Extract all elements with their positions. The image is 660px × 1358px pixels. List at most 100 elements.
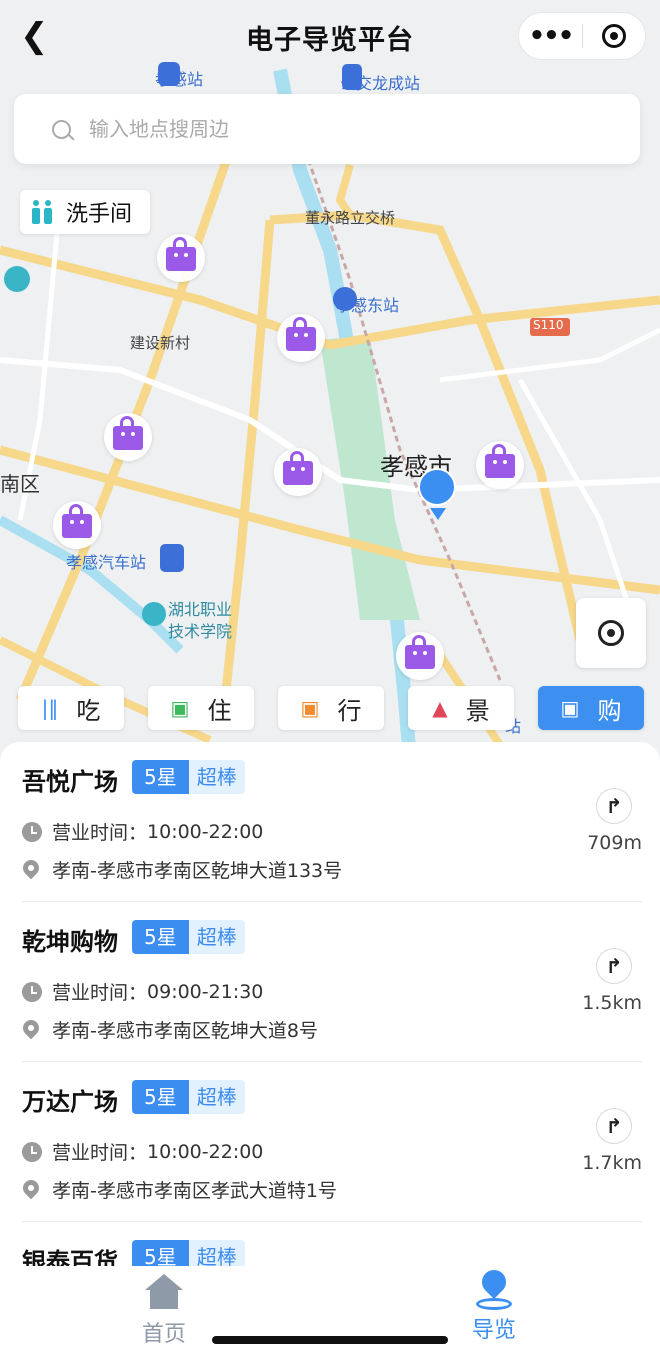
category-label: 购: [597, 696, 622, 725]
fork-knife-icon: |‖: [41, 696, 59, 720]
shop-name: 吾悦广场: [22, 768, 118, 796]
route-icon: ↱: [605, 954, 623, 978]
nav-header: ❮ 电子导览平台 •••: [0, 0, 660, 70]
shopping-bag-icon: [286, 317, 316, 351]
shopping-bag-icon: [113, 416, 143, 450]
shopping-poi[interactable]: [396, 632, 444, 680]
shopping-poi[interactable]: [53, 501, 101, 549]
restroom-button[interactable]: 洗手间: [20, 190, 150, 234]
route-icon: ↱: [605, 794, 623, 818]
distance: 1.5km: [582, 992, 642, 1014]
hours-value: 09:00-21:30: [147, 980, 264, 1003]
locate-button[interactable]: [576, 598, 646, 668]
location-pin-icon: [22, 1020, 40, 1040]
star-level: 5星: [132, 760, 189, 794]
shopping-poi[interactable]: [277, 314, 325, 362]
home-icon: [145, 1274, 183, 1310]
crosshair-icon: [598, 620, 624, 646]
restroom-label: 洗手间: [66, 202, 133, 227]
rating-text: 超棒: [188, 1240, 245, 1266]
list-item[interactable]: 乾坤购物 5星 超棒 营业时间： 09:00-21:30 孝南-孝感市孝南区乾坤大道…: [0, 902, 660, 1062]
home-indicator: [212, 1336, 448, 1344]
shopping-poi[interactable]: [476, 441, 524, 489]
category-label: 住: [207, 696, 232, 725]
distance: 1.7km: [582, 1152, 642, 1174]
address-row: 孝南-孝感市孝南区乾坤大道133号: [22, 856, 342, 883]
search-icon: [52, 119, 71, 139]
more-button[interactable]: •••: [519, 23, 582, 49]
shop-name: 银泰百货: [22, 1248, 118, 1266]
hours-row: 营业时间： 09:00-21:30: [22, 978, 263, 1005]
search-bar[interactable]: [14, 94, 640, 164]
list-item[interactable]: 万达广场 5星 超棒 营业时间： 10:00-22:00 孝南-孝感市孝南区孝武大道…: [0, 1062, 660, 1222]
map-label-s110: S110: [533, 318, 564, 332]
map-label-college-line2: 技术学院: [168, 622, 233, 641]
list-item[interactable]: 银泰百货 5星 超棒: [0, 1222, 660, 1266]
navigate-button[interactable]: ↱: [596, 948, 632, 984]
target-icon: [601, 24, 626, 48]
category-eat[interactable]: |‖ 吃: [18, 686, 124, 730]
close-program-button[interactable]: [583, 24, 645, 48]
rating-text: 超棒: [188, 1080, 245, 1114]
school-icon: [142, 602, 166, 626]
address-text: 孝南-孝感市孝南区乾坤大道8号: [52, 1020, 318, 1042]
user-location-marker: [418, 468, 458, 522]
tab-guide[interactable]: 导览: [434, 1266, 554, 1344]
school-icon: [4, 266, 30, 292]
clock-icon: [22, 981, 42, 1002]
distance: 709m: [587, 832, 642, 854]
map-label-district: 南区: [0, 472, 40, 496]
shopping-poi[interactable]: [274, 448, 322, 496]
category-stay[interactable]: ▣ 住: [148, 686, 254, 730]
shop-name: 万达广场: [22, 1088, 118, 1116]
tab-home[interactable]: 首页: [104, 1266, 224, 1348]
rating-badge: 5星 超棒: [132, 1080, 245, 1114]
tab-label: 首页: [141, 1322, 186, 1347]
star-level: 5星: [132, 1080, 189, 1114]
shopping-bag-icon: [405, 635, 435, 669]
category-label: 景: [465, 696, 490, 725]
shopping-bag-icon: [166, 237, 196, 271]
list-item[interactable]: 吾悦广场 5星 超棒 营业时间： 10:00-22:00 孝南-孝感市孝南区乾坤大道…: [0, 742, 660, 902]
hours-label: 营业时间：: [52, 822, 148, 844]
category-label: 吃: [76, 696, 101, 725]
shopping-poi[interactable]: [157, 234, 205, 282]
category-shop[interactable]: ▣ 购: [538, 686, 644, 730]
bus-icon: [160, 544, 184, 572]
shopping-bag-icon: ▣: [560, 696, 580, 720]
mini-program-capsule: •••: [518, 12, 646, 60]
tab-label: 导览: [471, 1318, 516, 1343]
map-label-jianshe-village: 建设新村: [130, 334, 191, 352]
train-station-icon: [333, 287, 357, 311]
clock-icon: [22, 1141, 42, 1162]
restroom-icon: [32, 200, 54, 224]
shopping-bag-icon: [485, 444, 515, 478]
hours-label: 营业时间：: [52, 1142, 148, 1164]
temple-icon: ▲: [432, 696, 448, 720]
star-level: 5星: [132, 1240, 189, 1266]
shop-name: 乾坤购物: [22, 928, 118, 956]
search-input[interactable]: [87, 116, 491, 142]
map-label-college-line1: 湖北职业: [168, 600, 233, 619]
hours-row: 营业时间： 10:00-22:00: [22, 1138, 263, 1165]
rating-badge: 5星 超棒: [132, 920, 245, 954]
address-text: 孝南-孝感市孝南区乾坤大道133号: [52, 860, 343, 882]
map-label-bus-station: 孝感汽车站: [66, 553, 147, 572]
address-row: 孝南-孝感市孝南区孝武大道特1号: [22, 1176, 337, 1203]
bottom-tab-bar: 首页 导览: [0, 1266, 660, 1358]
navigate-button[interactable]: ↱: [596, 1108, 632, 1144]
shopping-poi[interactable]: [104, 413, 152, 461]
clock-icon: [22, 821, 42, 842]
shopping-bag-icon: [283, 451, 313, 485]
more-dots-icon: •••: [528, 21, 575, 51]
location-pin-icon: [22, 860, 40, 880]
hours-value: 10:00-22:00: [147, 820, 264, 843]
car-icon: ▣: [300, 696, 320, 720]
shopping-bag-icon: [62, 504, 92, 538]
route-icon: ↱: [605, 1114, 623, 1138]
navigate-button[interactable]: ↱: [596, 788, 632, 824]
category-sights[interactable]: ▲ 景: [408, 686, 514, 730]
category-travel[interactable]: ▣ 行: [278, 686, 384, 730]
rating-text: 超棒: [188, 760, 245, 794]
category-bar: |‖ 吃 ▣ 住 ▣ 行 ▲ 景 ▣ 购: [18, 686, 644, 730]
